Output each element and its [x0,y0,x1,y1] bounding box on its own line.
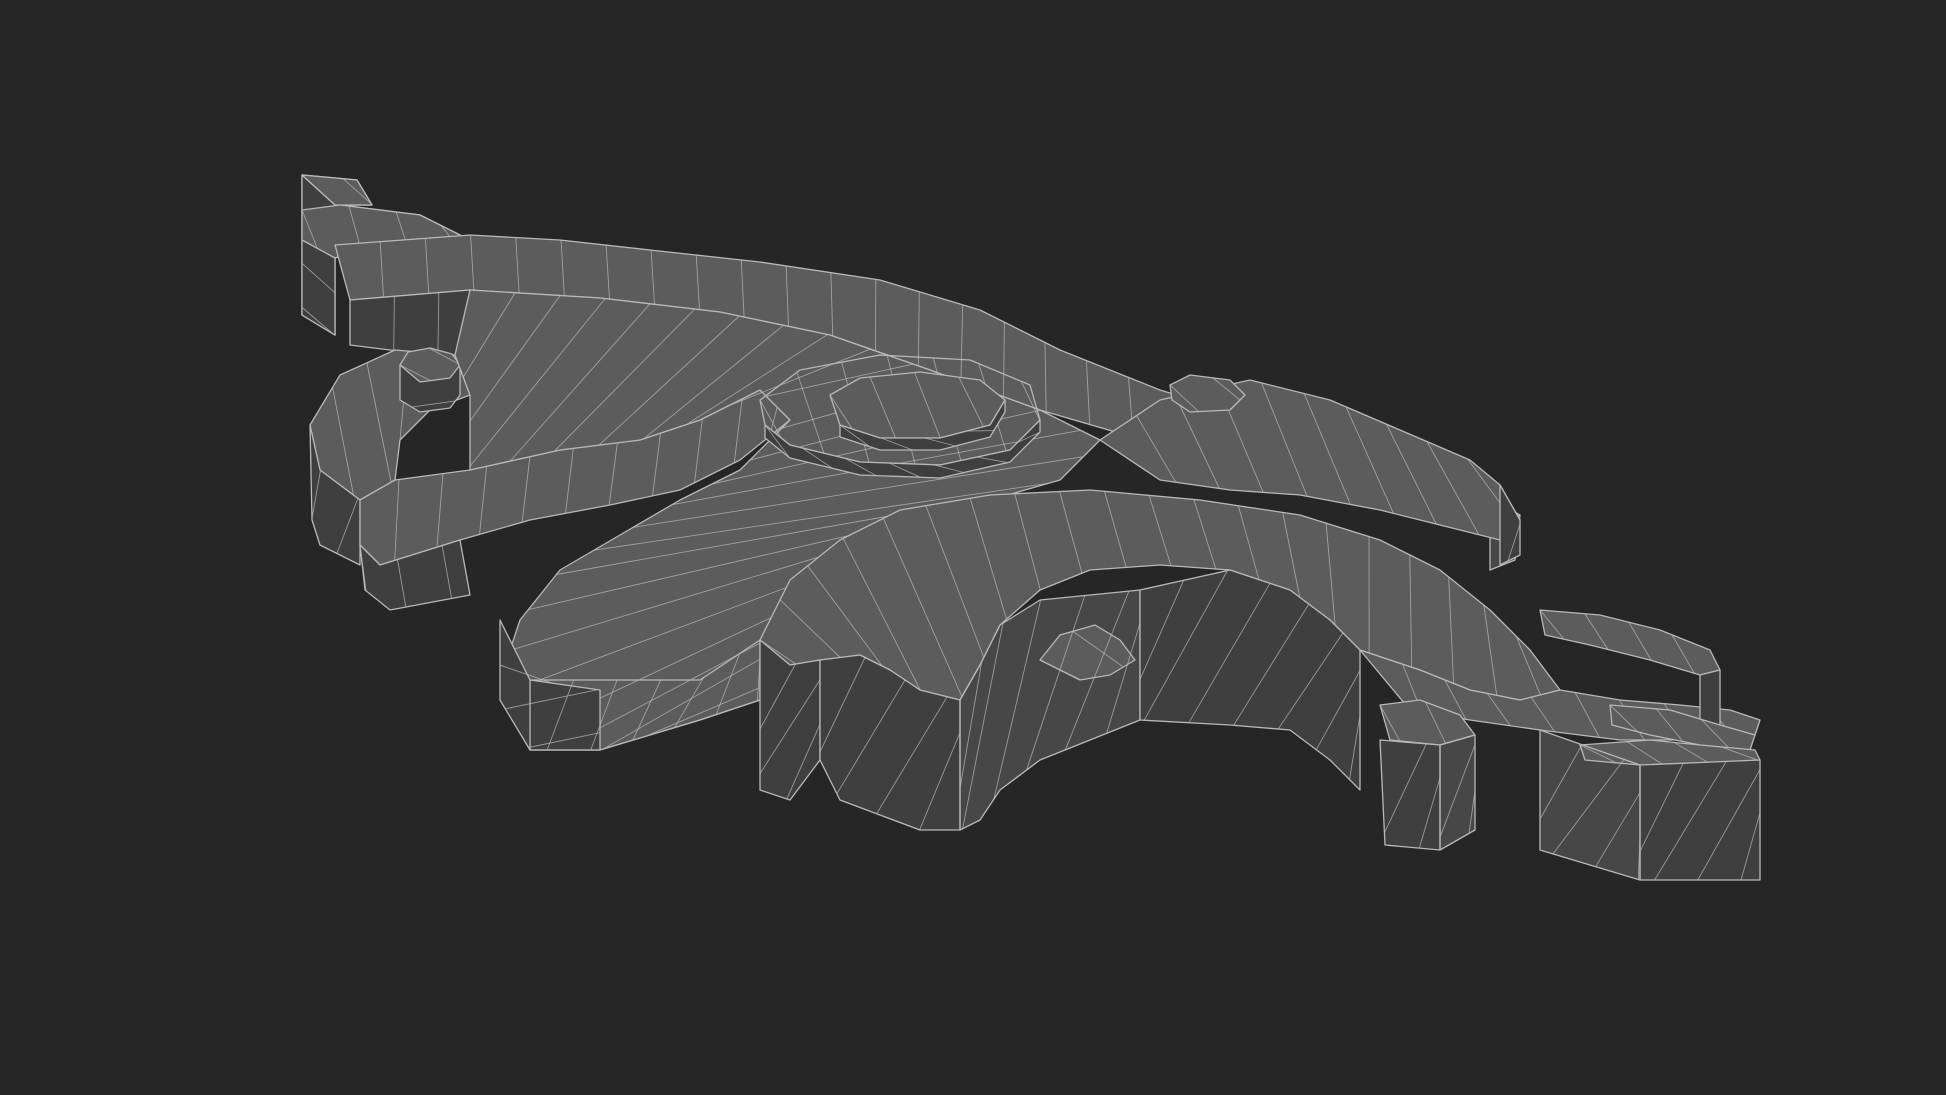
3d-viewport[interactable] [0,0,1946,1095]
wireframe-model [301,174,1761,881]
